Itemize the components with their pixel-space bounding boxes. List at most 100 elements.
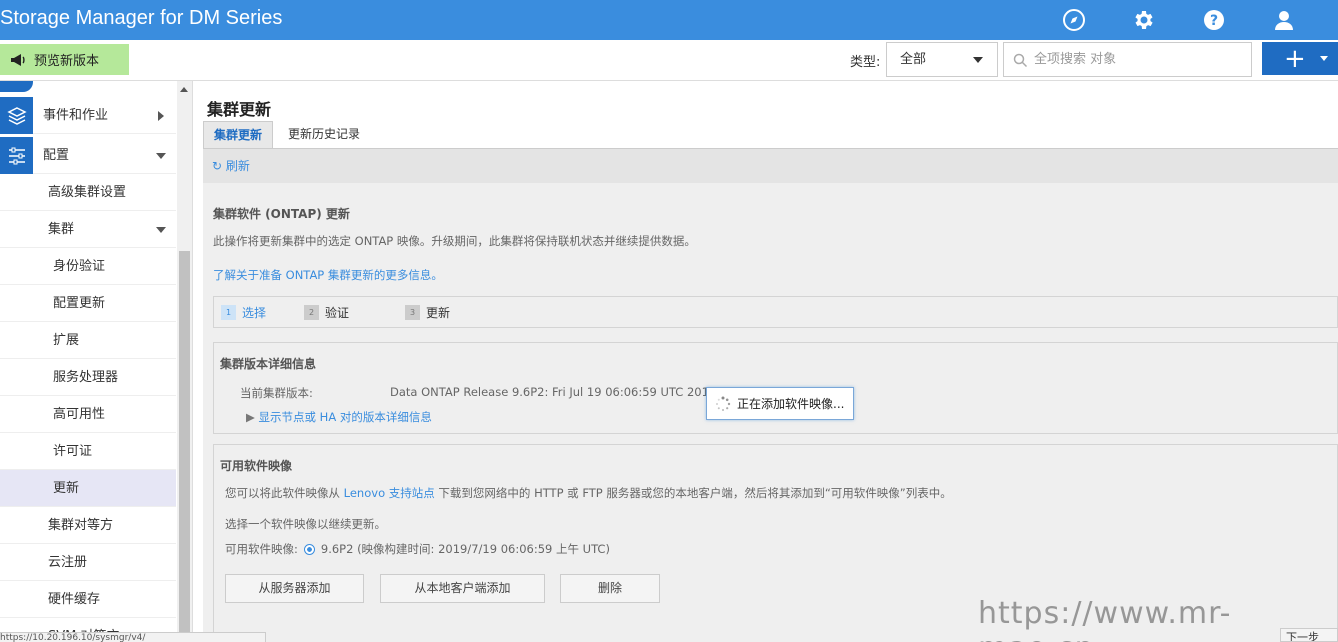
current-version-label: 当前集群版本: (240, 386, 313, 400)
add-button[interactable]: + (1262, 42, 1338, 75)
ontap-description: 此操作将更新集群中的选定 ONTAP 映像。升级期间，此集群将保持联机状态并继续… (213, 234, 696, 248)
plus-icon: + (1284, 43, 1306, 74)
layers-icon (0, 97, 33, 134)
ontap-section-title: 集群软件 (ONTAP) 更新 (213, 207, 350, 221)
images-panel-title: 可用软件映像 (220, 459, 293, 473)
sidebar-item-label: 硬件缓存 (48, 592, 101, 607)
sidebar-item-license[interactable]: 许可证 (0, 433, 176, 470)
available-image-label: 可用软件映像: (225, 542, 298, 556)
sidebar-item-label: 配置 (43, 148, 70, 163)
step-label: 更新 (426, 306, 451, 320)
version-details-toggle[interactable]: ▶ 显示节点或 HA 对的版本详细信息 (246, 409, 432, 425)
caret-right-icon: ▶ (246, 410, 255, 424)
refresh-label: 刷新 (225, 159, 250, 173)
sidebar-scroll-thumb[interactable] (179, 251, 190, 642)
svg-text:?: ? (1210, 13, 1218, 29)
desc-prefix: 您可以将此软件映像从 (225, 486, 340, 500)
sidebar-item-cluster[interactable]: 集群 (0, 211, 176, 248)
image-option-label: 9.6P2 (映像构建时间: 2019/7/19 06:06:59 上午 UTC… (320, 542, 610, 556)
sidebar-item-label: 服务处理器 (53, 370, 119, 385)
step-label: 验证 (325, 306, 350, 320)
help-icon[interactable]: ? (1200, 6, 1228, 34)
spinner-icon (716, 396, 731, 411)
sidebar-item-config[interactable]: 配置 (0, 137, 176, 174)
version-details-link: 显示节点或 HA 对的版本详细信息 (258, 410, 432, 424)
images-description: 您可以将此软件映像从 Lenovo 支持站点 下载到您网络中的 HTTP 或 F… (225, 485, 952, 501)
search-icon (1013, 53, 1028, 68)
refresh-bar: ↻ 刷新 (203, 149, 1338, 183)
sidebar-item-label: 许可证 (53, 444, 93, 459)
step-update[interactable]: 3 更新 (405, 304, 450, 321)
sidebar-item-service-processor[interactable]: 服务处理器 (0, 359, 176, 396)
chevron-down-icon (973, 57, 983, 63)
shield-icon (0, 81, 33, 92)
user-icon[interactable] (1270, 6, 1298, 34)
page-title: 集群更新 (207, 100, 272, 119)
search-box[interactable] (1003, 42, 1252, 77)
sidebar-item-auth[interactable]: 身份验证 (0, 248, 176, 285)
lenovo-support-link[interactable]: Lenovo 支持站点 (344, 486, 435, 500)
next-button[interactable]: 下一步 (1280, 628, 1338, 642)
toolbar: 预览新版本 类型: 全部 + (0, 40, 1338, 81)
desc-suffix: 下载到您网络中的 HTTP 或 FTP 服务器或您的本地客户端，然后将其添加到“… (438, 486, 952, 500)
sidebar-item-label: 高可用性 (53, 407, 106, 422)
sidebar-item-hardware-cache[interactable]: 硬件缓存 (0, 581, 176, 618)
sidebar-item-label: 高级集群设置 (48, 185, 127, 200)
type-select-value: 全部 (900, 52, 927, 67)
loading-indicator: 正在添加软件映像... (706, 387, 854, 420)
sidebar-item-update[interactable]: 更新 (0, 470, 176, 507)
step-verify[interactable]: 2 验证 (304, 304, 349, 321)
available-image-row: 可用软件映像: 9.6P2 (映像构建时间: 2019/7/19 06:06:5… (225, 541, 610, 557)
tab-cluster-update[interactable]: 集群更新 (203, 121, 274, 149)
app-title: Storage Manager for DM Series (0, 7, 283, 29)
compass-icon[interactable] (1060, 6, 1088, 34)
learn-more-link[interactable]: 了解关于准备 ONTAP 集群更新的更多信息。 (213, 267, 443, 283)
chevron-down-icon (1319, 56, 1328, 61)
search-input[interactable] (1034, 43, 1249, 76)
type-label: 类型: (850, 55, 881, 70)
sidebar-item-label: 云注册 (48, 555, 88, 570)
sidebar: 事件和作业 配置 高级集群设置 集群 身份验证 配置更新 扩展 服务处理器 高可… (0, 81, 193, 642)
image-radio[interactable] (303, 543, 315, 555)
sidebar-item-ha[interactable]: 高可用性 (0, 396, 176, 433)
wizard-steps: 1 选择 2 验证 3 更新 (213, 296, 1338, 328)
refresh-button[interactable]: ↻ 刷新 (212, 157, 250, 174)
sidebar-item-cluster-peers[interactable]: 集群对等方 (0, 507, 176, 544)
sidebar-item-label: 扩展 (53, 333, 80, 348)
main-content: 集群更新 集群更新 更新历史记录 ↻ 刷新 集群软件 (ONTAP) 更新 此操… (193, 81, 1338, 642)
current-version-value: Data ONTAP Release 9.6P2: Fri Jul 19 06:… (390, 385, 725, 399)
add-from-server-button[interactable]: 从服务器添加 (225, 574, 364, 603)
chevron-down-icon (156, 153, 166, 159)
scroll-up-icon[interactable] (180, 87, 188, 92)
refresh-icon: ↻ (212, 159, 223, 173)
chevron-right-icon (158, 111, 164, 121)
sidebar-item-cloud-register[interactable]: 云注册 (0, 544, 176, 581)
preview-label: 预览新版本 (34, 54, 100, 69)
select-prompt: 选择一个软件映像以继续更新。 (225, 517, 386, 531)
megaphone-icon (11, 53, 25, 66)
sidebar-item-label: 集群对等方 (48, 518, 114, 533)
type-select[interactable]: 全部 (886, 42, 998, 77)
sidebar-item-config-update[interactable]: 配置更新 (0, 285, 176, 322)
add-from-local-button[interactable]: 从本地客户端添加 (380, 574, 545, 603)
sliders-icon (0, 137, 33, 174)
sidebar-item-advanced-cluster[interactable]: 高级集群设置 (0, 174, 176, 211)
sidebar-item-events[interactable]: 事件和作业 (0, 97, 176, 134)
tab-update-history[interactable]: 更新历史记录 (278, 121, 370, 149)
sidebar-item-label: 配置更新 (53, 296, 106, 311)
loading-text: 正在添加软件映像... (737, 397, 845, 411)
chevron-down-icon (156, 227, 166, 233)
step-number: 1 (221, 305, 236, 320)
sidebar-item-label: 集群 (48, 222, 75, 237)
step-label: 选择 (242, 306, 267, 320)
step-select[interactable]: 1 选择 (221, 304, 266, 321)
preview-new-version-button[interactable]: 预览新版本 (0, 44, 129, 75)
sidebar-item-expand[interactable]: 扩展 (0, 322, 176, 359)
version-panel-title: 集群版本详细信息 (220, 357, 317, 371)
delete-button[interactable]: 删除 (560, 574, 660, 603)
sidebar-item-label: 更新 (53, 481, 80, 496)
sidebar-item-label: 身份验证 (53, 259, 106, 274)
sidebar-item-label: 事件和作业 (43, 108, 109, 123)
status-bar-url: https://10.20.196.10/sysmgr/v4/ (0, 632, 266, 642)
gear-icon[interactable] (1130, 6, 1158, 34)
